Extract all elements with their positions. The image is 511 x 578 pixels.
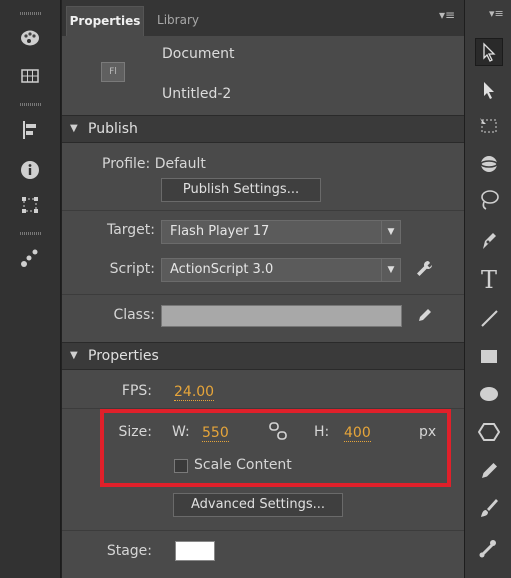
divider: [62, 530, 464, 531]
color-palette-icon[interactable]: [18, 26, 42, 50]
properties-panel: Properties Library ▾≡ Fl Document Untitl…: [61, 0, 465, 578]
tools-panel: ▾≡ T: [464, 0, 511, 578]
profile-row: Profile: Default: [102, 156, 212, 172]
selection-tool-icon[interactable]: [475, 38, 503, 66]
publish-section-header[interactable]: ▼ Publish: [62, 115, 464, 143]
target-select[interactable]: Flash Player 17 ▼: [161, 220, 401, 244]
document-type-label: Document: [162, 46, 235, 62]
rectangle-tool-icon[interactable]: [475, 342, 503, 370]
flash-document-icon: Fl: [101, 62, 125, 82]
panel-tab-bar: Properties Library ▾≡: [62, 0, 464, 37]
document-name: Untitled-2: [162, 86, 232, 102]
grid-icon[interactable]: [18, 64, 42, 88]
transform-icon[interactable]: [18, 193, 42, 217]
pen-icon[interactable]: [475, 226, 503, 254]
brush-icon[interactable]: [475, 494, 503, 522]
divider: [62, 294, 464, 295]
collapse-triangle-icon: ▼: [70, 123, 78, 134]
tools-menu-icon[interactable]: ▾≡: [489, 8, 507, 20]
collapse-triangle-icon: ▼: [70, 350, 78, 361]
line-tool-icon[interactable]: [475, 304, 503, 332]
chevron-down-icon: ▼: [381, 259, 400, 281]
script-select[interactable]: ActionScript 3.0 ▼: [161, 258, 401, 282]
motion-presets-icon[interactable]: [18, 246, 42, 270]
properties-section-header[interactable]: ▼ Properties: [62, 342, 464, 370]
text-tool-icon[interactable]: T: [475, 266, 503, 294]
publish-settings-button[interactable]: Publish Settings...: [161, 178, 321, 202]
align-icon[interactable]: [18, 118, 42, 142]
tab-library[interactable]: Library: [148, 6, 208, 36]
tab-properties[interactable]: Properties: [66, 6, 144, 37]
oval-tool-icon[interactable]: [475, 380, 503, 408]
target-label: Target:: [106, 222, 155, 238]
properties-section-title: Properties: [88, 348, 159, 364]
pencil-edit-icon[interactable]: [416, 306, 434, 324]
class-input[interactable]: [161, 305, 402, 327]
left-panel-strip: [0, 0, 61, 578]
script-value: ActionScript 3.0: [170, 262, 274, 277]
profile-value: Default: [154, 156, 206, 172]
bone-tool-icon[interactable]: [475, 534, 503, 562]
size-highlight-box: [100, 409, 451, 487]
divider: [62, 210, 464, 211]
polystar-tool-icon[interactable]: [475, 418, 503, 446]
panel-grip[interactable]: [20, 232, 42, 235]
target-value: Flash Player 17: [170, 224, 270, 239]
info-icon[interactable]: [18, 158, 42, 182]
document-info: Fl Document Untitled-2: [62, 36, 464, 114]
publish-section-title: Publish: [88, 121, 138, 137]
stage-label: Stage:: [106, 543, 152, 559]
free-transform-icon[interactable]: [475, 112, 503, 140]
panel-grip[interactable]: [20, 12, 42, 15]
stage-color-swatch[interactable]: [175, 541, 215, 561]
profile-label: Profile:: [102, 156, 151, 172]
lasso-icon[interactable]: [475, 186, 503, 214]
class-label: Class:: [113, 307, 155, 323]
script-label: Script:: [109, 261, 155, 277]
advanced-settings-button[interactable]: Advanced Settings...: [173, 493, 343, 517]
fps-value[interactable]: 24.00: [174, 384, 215, 401]
panel-grip[interactable]: [20, 103, 42, 106]
3d-rotation-icon[interactable]: [475, 150, 503, 178]
chevron-down-icon: ▼: [381, 221, 400, 243]
panel-menu-icon[interactable]: ▾≡: [438, 8, 456, 22]
fps-label: FPS:: [121, 383, 152, 399]
subselection-tool-icon[interactable]: [475, 76, 503, 104]
wrench-icon[interactable]: [414, 259, 434, 279]
pencil-icon[interactable]: [475, 456, 503, 484]
